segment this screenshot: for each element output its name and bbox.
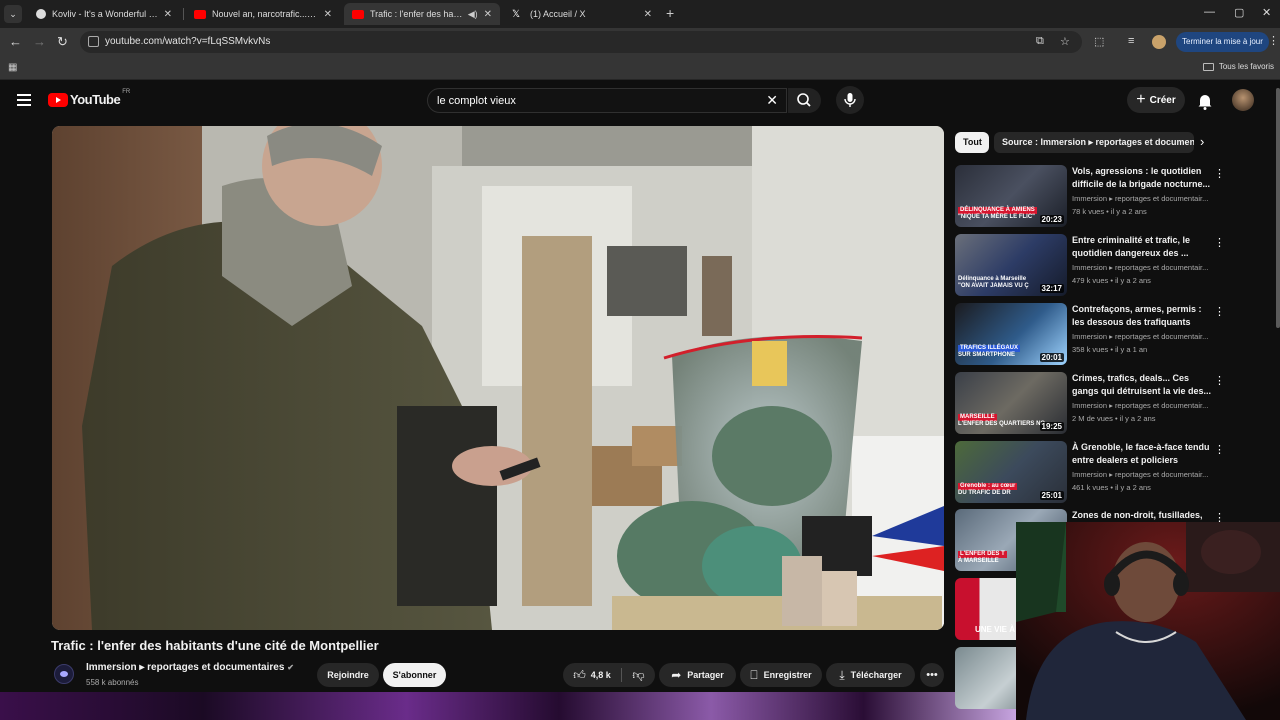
save-button[interactable]: ⎕ Enregistrer: [740, 663, 822, 687]
plus-icon: +: [1136, 91, 1146, 108]
microphone-icon: [844, 93, 856, 107]
verified-badge-icon: ✔: [287, 663, 294, 672]
search-input[interactable]: le complot vieux ✕: [427, 88, 787, 113]
recommendation-item[interactable]: MARSEILLE L'ENFER DES QUARTIERS NO 19:25…: [955, 372, 1225, 434]
video-title: Trafic : l'enfer des habitants d'une cit…: [51, 638, 379, 653]
share-button[interactable]: ➦ Partager: [659, 663, 736, 687]
youtube-header: YouTube FR le complot vieux ✕ + Créer: [0, 81, 1280, 121]
subscribe-button[interactable]: S'abonner: [383, 663, 446, 687]
video-thumbnail[interactable]: DÉLINQUANCE À AMIENS "NIQUE TA MÈRE LE F…: [955, 165, 1067, 227]
more-actions-icon[interactable]: •••: [920, 663, 944, 687]
dislike-button[interactable]: 👎︎: [622, 663, 655, 687]
download-icon: ⤓: [839, 667, 845, 682]
browser-menu-icon[interactable]: ⋮: [1268, 34, 1279, 47]
address-bar[interactable]: youtube.com/watch?v=fLqSSMvkvNs ⧉ ☆: [80, 31, 1082, 53]
maximize-icon[interactable]: ▢: [1234, 6, 1244, 19]
more-options-icon[interactable]: ⋮: [1214, 443, 1225, 456]
globe-icon: [36, 9, 46, 19]
tab-separator: [183, 8, 184, 20]
folder-icon: [1202, 62, 1214, 71]
stream-overlay-band: [0, 692, 1016, 720]
video-player[interactable]: [52, 126, 944, 630]
reload-icon[interactable]: ↻: [57, 34, 68, 50]
url-text[interactable]: youtube.com/watch?v=fLqSSMvkvNs: [105, 36, 270, 47]
like-dislike-group: 👍︎ 4,8 k 👎︎: [563, 663, 655, 687]
forward-icon[interactable]: →: [33, 34, 46, 49]
join-button[interactable]: Rejoindre: [317, 663, 379, 687]
recommendation-item[interactable]: Grenoble : au cœur DU TRAFIC DE DR 25:01…: [955, 441, 1225, 503]
bookmark-star-icon[interactable]: ☆: [1060, 35, 1070, 48]
more-options-icon[interactable]: ⋮: [1214, 236, 1225, 249]
youtube-favicon-icon: [352, 9, 364, 19]
bookmark-icon: ⎕: [750, 667, 758, 682]
video-thumbnail[interactable]: TRAFICS ILLÉGAUX SUR SMARTPHONE 20:01: [955, 303, 1067, 365]
tab-trafic[interactable]: Trafic : l'enfer des habitants ◀) ✕: [344, 3, 500, 25]
channel-avatar[interactable]: [54, 664, 74, 684]
apps-grid-icon[interactable]: ▦: [8, 62, 17, 73]
back-icon[interactable]: ←: [9, 34, 22, 49]
clear-search-icon[interactable]: ✕: [766, 92, 778, 109]
video-thumbnail[interactable]: MARSEILLE L'ENFER DES QUARTIERS NO 19:25: [955, 372, 1067, 434]
recommendation-item[interactable]: DÉLINQUANCE À AMIENS "NIQUE TA MÈRE LE F…: [955, 165, 1225, 227]
subscriber-count: 558 k abonnés: [86, 678, 139, 687]
youtube-favicon-icon: [194, 9, 206, 19]
video-frame: [52, 126, 944, 630]
bookmarks-bar: ▦ Tous les favoris: [0, 56, 1280, 80]
menu-hamburger-icon[interactable]: [17, 94, 31, 106]
extensions-icon[interactable]: ⬚: [1094, 35, 1104, 48]
site-info-icon[interactable]: [88, 36, 99, 47]
search-button[interactable]: [788, 88, 821, 113]
notifications-bell-icon[interactable]: [1197, 92, 1213, 110]
share-arrow-icon: ➦: [671, 668, 682, 682]
recommendation-item[interactable]: Délinquance à Marseille "ON AVAIT JAMAIS…: [955, 234, 1225, 296]
close-tab-icon[interactable]: ✕: [324, 9, 332, 20]
page-scrollbar[interactable]: [1276, 88, 1280, 328]
tab-kovliv[interactable]: Kovliv - It's a Wonderful Knife ( ✕: [28, 3, 180, 25]
profile-avatar[interactable]: [1152, 35, 1166, 49]
tab-nouvel-an[interactable]: Nouvel an, narcotrafic...L'interv ✕: [186, 3, 340, 25]
chip-all[interactable]: Tout: [955, 132, 989, 153]
update-browser-button[interactable]: Terminer la mise à jour: [1176, 32, 1269, 52]
install-app-icon[interactable]: ⧉: [1036, 35, 1044, 48]
recommendation-item[interactable]: TRAFICS ILLÉGAUX SUR SMARTPHONE 20:01 Co…: [955, 303, 1225, 365]
chevron-right-icon[interactable]: ›: [1200, 134, 1204, 149]
thumbs-up-icon: 👍︎: [573, 667, 586, 682]
video-thumbnail[interactable]: Grenoble : au cœur DU TRAFIC DE DR 25:01: [955, 441, 1067, 503]
more-options-icon[interactable]: ⋮: [1214, 374, 1225, 387]
create-button[interactable]: + Créer: [1127, 87, 1185, 113]
youtube-logo[interactable]: YouTube FR: [48, 89, 130, 107]
chip-source-immersion[interactable]: Source : Immersion ▸ reportages et docum…: [994, 132, 1194, 153]
channel-name-link[interactable]: Immersion ▸ reportages et documentaires …: [86, 662, 294, 673]
reading-list-icon[interactable]: ≡: [1128, 35, 1134, 47]
search-icon: [797, 93, 811, 107]
close-tab-icon[interactable]: ✕: [484, 9, 492, 20]
new-tab-button[interactable]: +: [666, 5, 674, 21]
speaker-icon[interactable]: ◀): [468, 9, 478, 20]
voice-search-button[interactable]: [836, 86, 864, 114]
more-options-icon[interactable]: ⋮: [1214, 167, 1225, 180]
download-button[interactable]: ⤓ Télécharger: [826, 663, 915, 687]
x-logo-icon: 𝕏: [512, 8, 521, 20]
more-options-icon[interactable]: ⋮: [1214, 305, 1225, 318]
all-bookmarks-button[interactable]: Tous les favoris: [1202, 62, 1274, 71]
video-thumbnail[interactable]: Délinquance à Marseille "ON AVAIT JAMAIS…: [955, 234, 1067, 296]
webcam-overlay: [1016, 522, 1280, 720]
close-tab-icon[interactable]: ✕: [644, 9, 652, 20]
youtube-play-icon: [48, 92, 68, 107]
close-tab-icon[interactable]: ✕: [164, 9, 172, 20]
browser-tabstrip: ⌄ Kovliv - It's a Wonderful Knife ( ✕ No…: [0, 0, 1280, 28]
thumbs-down-icon: 👎︎: [632, 667, 645, 682]
browser-toolbar: ← → ↻ youtube.com/watch?v=fLqSSMvkvNs ⧉ …: [0, 28, 1280, 56]
webcam-feed: [1016, 522, 1280, 720]
like-button[interactable]: 👍︎ 4,8 k: [563, 663, 621, 687]
account-avatar[interactable]: [1232, 89, 1254, 111]
tab-x-accueil[interactable]: 𝕏 (1) Accueil / X ✕: [504, 3, 660, 25]
tab-search-button[interactable]: ⌄: [4, 5, 22, 23]
close-window-icon[interactable]: ✕: [1262, 6, 1271, 19]
minimize-icon[interactable]: —: [1204, 6, 1215, 18]
